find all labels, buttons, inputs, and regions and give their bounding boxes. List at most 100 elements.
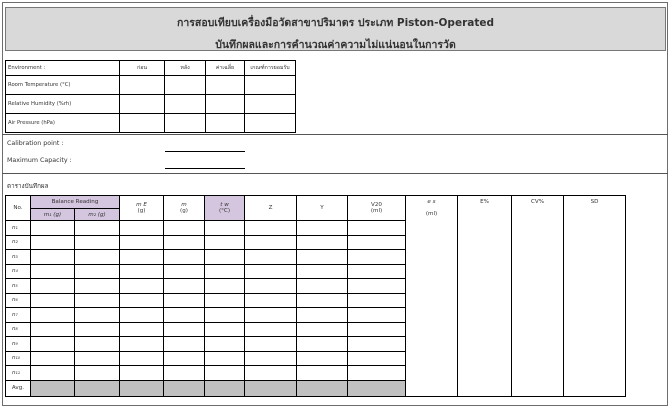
data-cell[interactable] [244,220,297,236]
data-cell[interactable] [244,263,297,279]
data-cell[interactable] [244,365,297,381]
data-cell[interactable] [204,350,245,366]
data-cell[interactable] [244,249,297,265]
data-cell[interactable] [163,307,205,323]
data-cell[interactable] [163,336,205,352]
data-cell[interactable] [163,292,205,308]
data-cell[interactable] [119,263,164,279]
data-cell[interactable] [204,234,245,250]
data-cell[interactable] [30,307,75,323]
env-cell[interactable] [244,113,296,133]
env-cell[interactable] [244,94,296,114]
env-cell[interactable] [205,75,245,95]
data-cell[interactable] [204,292,245,308]
data-cell[interactable] [119,307,164,323]
data-cell[interactable] [204,336,245,352]
data-cell[interactable] [244,234,297,250]
data-cell[interactable] [244,336,297,352]
data-cell[interactable] [163,263,205,279]
data-cell[interactable] [74,365,120,381]
data-cell[interactable] [347,365,406,381]
env-cell[interactable] [244,75,296,95]
maximum-capacity-field[interactable] [165,168,245,169]
env-cell[interactable] [119,75,165,95]
data-cell[interactable] [74,234,120,250]
data-cell[interactable] [119,350,164,366]
env-cell[interactable] [119,113,165,133]
data-cell[interactable] [204,365,245,381]
data-cell[interactable] [244,350,297,366]
data-cell[interactable] [204,249,245,265]
data-cell[interactable] [74,350,120,366]
data-cell[interactable] [204,278,245,294]
data-cell[interactable] [74,292,120,308]
data-cell[interactable] [163,278,205,294]
env-cell[interactable] [164,94,206,114]
data-cell[interactable] [347,234,406,250]
data-cell[interactable] [204,263,245,279]
data-cell[interactable] [296,249,348,265]
calibration-point-field[interactable] [165,151,245,152]
data-cell[interactable] [30,336,75,352]
data-cell[interactable] [163,321,205,337]
data-cell[interactable] [244,278,297,294]
data-cell[interactable] [296,307,348,323]
env-cell[interactable] [164,113,206,133]
data-cell[interactable] [296,350,348,366]
data-cell[interactable] [74,321,120,337]
data-cell[interactable] [119,220,164,236]
data-cell[interactable] [296,220,348,236]
data-cell[interactable] [347,292,406,308]
data-cell[interactable] [347,307,406,323]
data-cell[interactable] [296,336,348,352]
data-cell[interactable] [119,249,164,265]
data-cell[interactable] [244,321,297,337]
data-cell[interactable] [204,307,245,323]
data-cell[interactable] [296,278,348,294]
data-cell[interactable] [119,365,164,381]
data-cell[interactable] [244,292,297,308]
data-cell[interactable] [30,220,75,236]
data-cell[interactable] [74,220,120,236]
data-cell[interactable] [119,336,164,352]
env-cell[interactable] [205,113,245,133]
data-cell[interactable] [296,234,348,250]
data-cell[interactable] [30,249,75,265]
data-cell[interactable] [74,263,120,279]
data-cell[interactable] [30,350,75,366]
data-cell[interactable] [163,220,205,236]
data-cell[interactable] [163,234,205,250]
data-cell[interactable] [163,365,205,381]
data-cell[interactable] [347,321,406,337]
data-cell[interactable] [296,292,348,308]
env-cell[interactable] [119,94,165,114]
data-cell[interactable] [347,249,406,265]
data-cell[interactable] [119,278,164,294]
data-cell[interactable] [119,234,164,250]
data-cell[interactable] [119,321,164,337]
data-cell[interactable] [347,263,406,279]
data-cell[interactable] [347,350,406,366]
data-cell[interactable] [30,234,75,250]
env-cell[interactable] [164,75,206,95]
data-cell[interactable] [296,321,348,337]
data-cell[interactable] [347,278,406,294]
data-cell[interactable] [204,220,245,236]
data-cell[interactable] [30,321,75,337]
data-cell[interactable] [163,249,205,265]
data-cell[interactable] [30,292,75,308]
data-cell[interactable] [163,350,205,366]
data-cell[interactable] [347,220,406,236]
data-cell[interactable] [119,292,164,308]
data-cell[interactable] [296,263,348,279]
data-cell[interactable] [74,307,120,323]
data-cell[interactable] [244,307,297,323]
data-cell[interactable] [30,365,75,381]
data-cell[interactable] [30,278,75,294]
env-cell[interactable] [205,94,245,114]
data-cell[interactable] [74,249,120,265]
data-cell[interactable] [204,321,245,337]
data-cell[interactable] [296,365,348,381]
data-cell[interactable] [74,336,120,352]
data-cell[interactable] [74,278,120,294]
